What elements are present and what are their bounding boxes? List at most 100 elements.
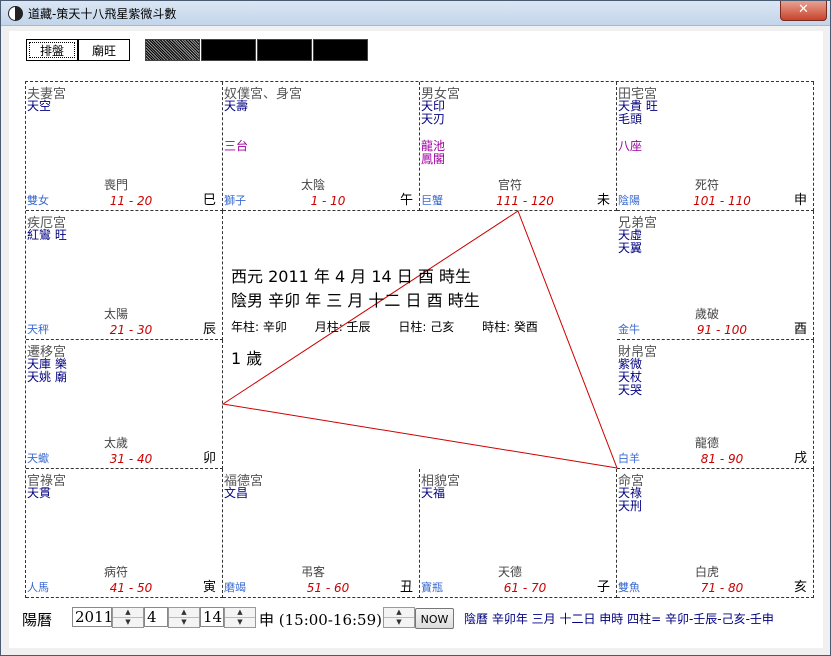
- earthly-branch: 子: [596, 580, 610, 595]
- palace-god: 太陰: [300, 178, 325, 192]
- close-button[interactable]: ✕: [780, 1, 827, 21]
- palace-cell[interactable]: 兄弟宮 天虛 天翼 歲破 金牛 91 - 100 酉: [617, 211, 814, 340]
- client-area: 排盤 廟旺 夫妻宮 天空 喪門 雙女 11 - 20 巳 奴僕宮、身宮 天壽 三…: [9, 31, 823, 648]
- main-stars: 天貴 旺毛頭: [618, 99, 658, 126]
- palace-god: 官符: [497, 178, 522, 192]
- palace-god: 弔客: [300, 565, 325, 579]
- zodiac-sign: 磨竭: [224, 581, 246, 594]
- zodiac-sign: 人馬: [27, 581, 49, 594]
- zodiac-sign: 獅子: [224, 194, 246, 207]
- main-stars: 天壽: [224, 99, 249, 113]
- toolbar-block-4[interactable]: [313, 39, 368, 61]
- age-range: 71 - 80: [700, 581, 744, 595]
- palace-god: 歲破: [694, 307, 719, 321]
- year-spinner[interactable]: ▲ ▼: [112, 607, 144, 628]
- day-input[interactable]: 14: [200, 607, 224, 627]
- day-spinner[interactable]: ▲ ▼: [224, 607, 256, 628]
- palace-god: 太歲: [103, 436, 128, 450]
- date-input-bar: 陽曆 2011 ▲ ▼ 4 ▲ ▼ 14 ▲ ▼ 申 (15:00-16:59) ▲ ▼…: [9, 603, 823, 633]
- zodiac-sign: 陰陽: [618, 194, 640, 207]
- main-stars: 天貫: [27, 486, 52, 500]
- age-range: 51 - 60: [306, 581, 350, 595]
- spin-down-icon[interactable]: ▼: [225, 618, 255, 627]
- toolbar-block-1[interactable]: [145, 39, 200, 61]
- main-stars: 天祿 天刑: [618, 486, 643, 513]
- main-stars: 天虛 天翼: [618, 228, 643, 255]
- palace-cell[interactable]: 疾厄宮 紅鸞 旺 太陽 天秤 21 - 30 辰: [26, 211, 223, 340]
- palace-god: 病符: [103, 565, 128, 579]
- month-input[interactable]: 4: [144, 607, 168, 627]
- palace-cell[interactable]: 奴僕宮、身宮 天壽 三台 太陰 獅子 1 - 10 午: [223, 82, 420, 211]
- palace-god: 白虎: [694, 565, 719, 579]
- month-spinner[interactable]: ▲ ▼: [168, 607, 200, 628]
- main-stars: 紅鸞 旺: [27, 228, 67, 242]
- earthly-branch: 巳: [202, 193, 216, 208]
- spin-up-icon[interactable]: ▲: [169, 608, 199, 618]
- title-bar[interactable]: 道藏-策天十八飛星紫微斗數 ✕: [1, 1, 830, 26]
- age-range: 61 - 70: [503, 581, 547, 595]
- main-stars: 天空: [27, 99, 52, 113]
- hour-select[interactable]: 申 (15:00-16:59): [259, 609, 382, 630]
- age-range: 21 - 30: [109, 323, 153, 337]
- palace-cell[interactable]: 財帛宮 紫微 天杖 天哭 龍德 白羊 81 - 90 戌: [617, 340, 814, 469]
- zodiac-sign: 寶瓶: [421, 581, 443, 594]
- palace-cell[interactable]: 命宮 天祿 天刑 白虎 雙魚 71 - 80 亥: [617, 469, 814, 598]
- day-pillar: 日柱: 己亥: [398, 320, 455, 334]
- zodiac-sign: 天秤: [27, 323, 49, 336]
- age-range: 91 - 100: [696, 323, 748, 337]
- zodiac-sign: 雙魚: [618, 581, 640, 594]
- main-window: 道藏-策天十八飛星紫微斗數 ✕ 排盤 廟旺 夫妻宮 天空 喪門 雙女 11 - …: [0, 0, 831, 656]
- four-pillars: 年柱: 辛卯 月柱: 壬辰 日柱: 己亥 時柱: 癸酉: [231, 318, 562, 335]
- zodiac-sign: 白羊: [618, 452, 640, 465]
- spin-down-icon[interactable]: ▼: [384, 618, 414, 627]
- palace-cell[interactable]: 福德宮 文昌 弔客 磨竭 51 - 60 丑: [223, 469, 420, 598]
- main-stars: 天福: [421, 486, 446, 500]
- lunar-birth-date: 陰男 辛卯 年 三 月 十二 日 酉 時生: [231, 291, 480, 310]
- hour-spinner[interactable]: ▲ ▼: [383, 607, 415, 628]
- destiny-chart: 夫妻宮 天空 喪門 雙女 11 - 20 巳 奴僕宮、身宮 天壽 三台 太陰 獅…: [25, 81, 814, 598]
- age-range: 111 - 120: [496, 194, 554, 208]
- palace-god: 死符: [694, 178, 719, 192]
- palace-cell[interactable]: 官祿宮 天貫 病符 人馬 41 - 50 寅: [26, 469, 223, 598]
- earthly-branch: 戌: [793, 451, 807, 466]
- zodiac-sign: 天蠍: [27, 452, 49, 465]
- spin-down-icon[interactable]: ▼: [169, 618, 199, 627]
- window-title: 道藏-策天十八飛星紫微斗數: [28, 7, 177, 21]
- calendar-type-label: 陽曆: [22, 611, 53, 629]
- earthly-branch: 午: [399, 193, 413, 208]
- age-range: 81 - 90: [700, 452, 744, 466]
- age-range: 11 - 20: [109, 194, 153, 208]
- earthly-branch: 酉: [793, 322, 807, 337]
- now-button[interactable]: NOW: [415, 608, 454, 629]
- zodiac-sign: 巨蟹: [421, 194, 443, 207]
- year-input[interactable]: 2011: [72, 607, 113, 627]
- palace-cell[interactable]: 夫妻宮 天空 喪門 雙女 11 - 20 巳: [26, 82, 223, 211]
- toolbar-block-3[interactable]: [257, 39, 312, 61]
- spin-up-icon[interactable]: ▲: [225, 608, 255, 618]
- current-age: 1 歲: [231, 349, 263, 368]
- miaowang-button[interactable]: 廟旺: [78, 39, 130, 61]
- toolbar-block-2[interactable]: [201, 39, 256, 61]
- earthly-branch: 亥: [793, 580, 807, 595]
- age-range: 31 - 40: [109, 452, 153, 466]
- earthly-branch: 未: [596, 193, 610, 208]
- spin-down-icon[interactable]: ▼: [113, 618, 143, 627]
- main-stars: 天庫 樂天姚 廟: [27, 357, 67, 384]
- minor-stars: 龍池 鳳閣: [421, 139, 446, 166]
- palace-god: 喪門: [103, 178, 128, 192]
- palace-cell[interactable]: 田宅宮 天貴 旺毛頭 八座 死符 陰陽 101 - 110 申: [617, 82, 814, 211]
- earthly-branch: 寅: [202, 580, 216, 595]
- palace-cell[interactable]: 男女宮 天印 天刃 龍池 鳳閣 官符 巨蟹 111 - 120 未: [420, 82, 617, 211]
- zodiac-sign: 雙女: [27, 194, 49, 207]
- palace-god: 龍德: [694, 436, 719, 450]
- spin-up-icon[interactable]: ▲: [384, 608, 414, 618]
- paipan-button[interactable]: 排盤: [26, 39, 78, 61]
- spin-up-icon[interactable]: ▲: [113, 608, 143, 618]
- palace-cell[interactable]: 相貌宮 天福 天德 寶瓶 61 - 70 子: [420, 469, 617, 598]
- earthly-branch: 丑: [399, 580, 413, 595]
- earthly-branch: 申: [793, 193, 807, 208]
- minor-stars: 三台: [224, 139, 249, 153]
- earthly-branch: 卯: [202, 451, 216, 466]
- main-stars: 天印 天刃: [421, 99, 446, 126]
- palace-cell[interactable]: 遷移宮 天庫 樂天姚 廟 太歲 天蠍 31 - 40 卯: [26, 340, 223, 469]
